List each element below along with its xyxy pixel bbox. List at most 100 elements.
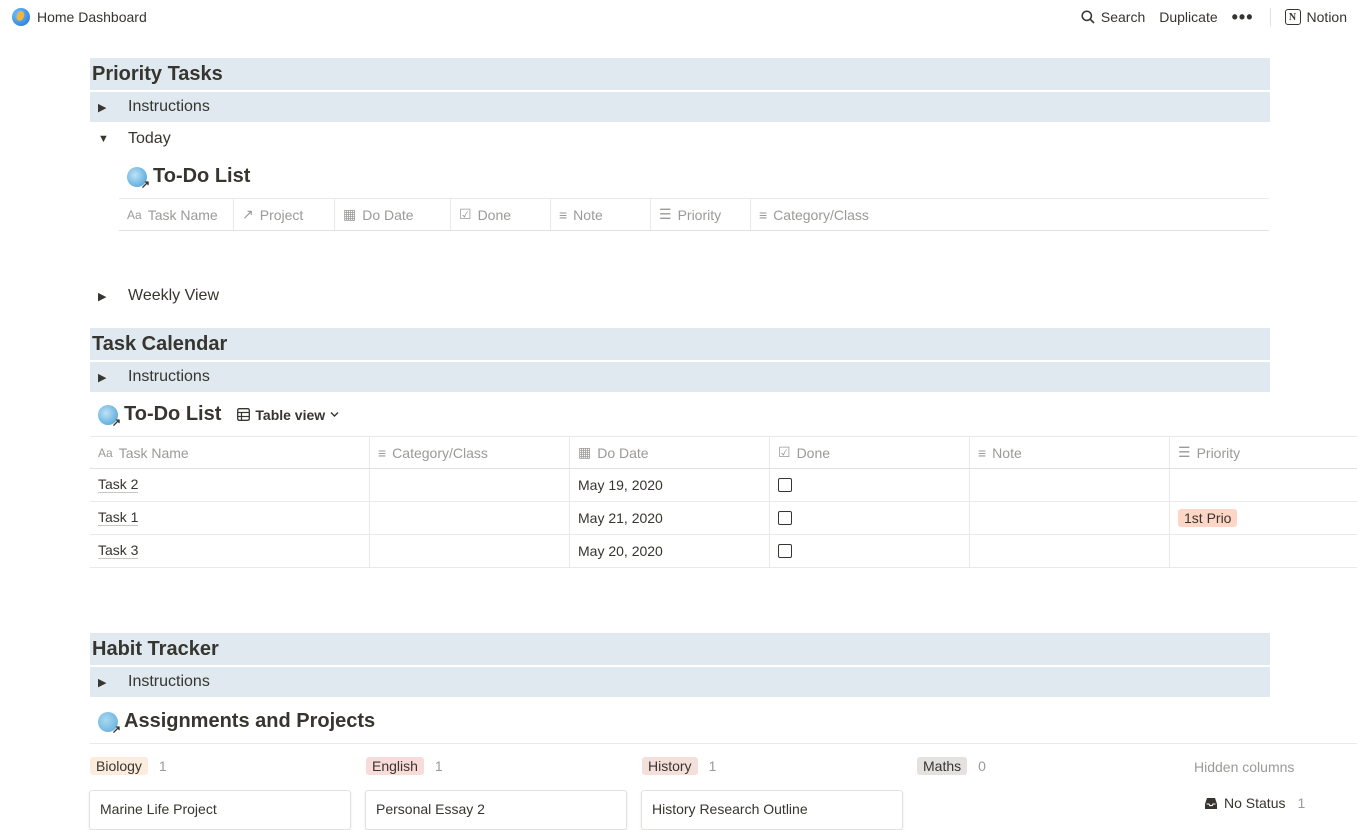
board-card[interactable]: Personal Essay 2 — [365, 790, 627, 830]
database-title: Assignments and Projects — [124, 710, 376, 732]
inbox-icon — [1205, 797, 1217, 809]
triangle-right-icon[interactable]: ▶ — [98, 676, 108, 689]
checkbox-property-icon: ☑ — [459, 206, 472, 222]
date-cell[interactable]: May 20, 2020 — [570, 535, 770, 567]
database-link-icon — [127, 166, 150, 191]
category-cell[interactable] — [370, 469, 570, 501]
column-header-category[interactable]: ≡ Category/Class — [751, 199, 1269, 230]
done-cell[interactable] — [770, 535, 970, 567]
weekly-view-toggle[interactable]: ▶ Weekly View — [98, 287, 219, 305]
board-group-history[interactable]: History 1 — [642, 757, 716, 775]
done-checkbox[interactable] — [778, 478, 792, 492]
group-tag: History — [642, 757, 698, 775]
group-count: 1 — [708, 758, 717, 774]
priority-instructions-toggle[interactable]: ▶ Instructions — [98, 98, 210, 116]
board-group-biology[interactable]: Biology 1 — [90, 757, 167, 775]
today-toggle[interactable]: ▼ Today — [98, 130, 171, 148]
table-row[interactable]: Task 1 May 21, 2020 1st Prio — [90, 502, 1357, 535]
text-property-icon: Aa — [127, 207, 142, 222]
column-header-project[interactable]: ↗ Project — [234, 199, 335, 230]
hidden-columns-label: Hidden columns — [1194, 759, 1295, 775]
priority-cell[interactable] — [1170, 469, 1357, 501]
group-tag: Maths — [917, 757, 968, 775]
table-row[interactable]: Task 3 May 20, 2020 — [90, 535, 1357, 568]
notion-button[interactable]: N Notion — [1284, 9, 1347, 25]
do-date: May 20, 2020 — [578, 543, 663, 559]
list-icon: ☰ — [659, 206, 672, 222]
priority-tag: 1st Prio — [1178, 509, 1238, 527]
board-group-maths[interactable]: Maths 0 — [917, 757, 986, 775]
category-cell[interactable] — [370, 535, 570, 567]
column-header-priority[interactable]: ☰ Priority — [651, 199, 751, 230]
done-cell[interactable] — [770, 469, 970, 501]
todo-list-title[interactable]: To-Do List — [127, 165, 250, 191]
column-header-done[interactable]: ☑ Done — [770, 437, 970, 468]
calendar-table-header: Aa Task Name ≡ Category/Class ▦ Do Date ☑ Do… — [90, 436, 1357, 469]
column-header-task-name[interactable]: Aa Task Name — [90, 437, 370, 468]
task-name[interactable]: Task 3 — [98, 543, 139, 559]
column-header-done[interactable]: ☑ Done — [451, 199, 551, 230]
column-header-note[interactable]: ≡ Note — [970, 437, 1170, 468]
table-row[interactable]: Task 2 May 19, 2020 — [90, 469, 1357, 502]
column-header-note[interactable]: ≡ Note — [551, 199, 651, 230]
board-card[interactable]: History Research Outline — [641, 790, 903, 830]
task-name[interactable]: Task 1 — [98, 510, 139, 526]
column-header-task-name[interactable]: Aa Task Name — [119, 199, 234, 230]
habit-instructions-toggle[interactable]: ▶ Instructions — [98, 673, 210, 691]
text-lines-icon: ≡ — [559, 206, 568, 223]
no-status-group[interactable]: No Status 1 — [1204, 795, 1305, 811]
priority-cell[interactable] — [1170, 535, 1357, 567]
note-cell[interactable] — [970, 469, 1170, 501]
card-title: History Research Outline — [652, 801, 808, 817]
date-cell[interactable]: May 21, 2020 — [570, 502, 770, 534]
duplicate-button[interactable]: Duplicate — [1159, 9, 1217, 25]
note-cell[interactable] — [970, 535, 1170, 567]
calendar-instructions-toggle[interactable]: ▶ Instructions — [98, 368, 210, 386]
board-card[interactable]: Marine Life Project — [89, 790, 351, 830]
toggle-label: Instructions — [128, 673, 210, 690]
page-title[interactable]: Home Dashboard — [37, 9, 147, 25]
no-status-count: 1 — [1297, 795, 1306, 811]
group-count: 1 — [434, 758, 443, 774]
breadcrumb[interactable]: Home Dashboard — [12, 8, 147, 26]
priority-cell[interactable]: 1st Prio — [1170, 502, 1357, 534]
view-label: Table view — [255, 406, 326, 423]
priority-instructions-block — [90, 92, 1270, 122]
triangle-right-icon[interactable]: ▶ — [98, 101, 108, 114]
column-header-do-date[interactable]: ▦ Do Date — [335, 199, 451, 230]
done-cell[interactable] — [770, 502, 970, 534]
triangle-right-icon[interactable]: ▶ — [98, 290, 108, 303]
task-name-cell[interactable]: Task 2 — [90, 469, 370, 501]
column-header-priority[interactable]: ☰ Priority — [1170, 437, 1357, 468]
board-group-english[interactable]: English 1 — [366, 757, 443, 775]
column-header-category[interactable]: ≡ Category/Class — [370, 437, 570, 468]
calendar-instructions-block — [90, 362, 1270, 392]
note-cell[interactable] — [970, 502, 1170, 534]
toggle-label: Instructions — [128, 368, 210, 385]
database-link-icon — [98, 404, 121, 429]
task-name-cell[interactable]: Task 3 — [90, 535, 370, 567]
more-options-icon[interactable]: ••• — [1232, 8, 1254, 26]
date-cell[interactable]: May 19, 2020 — [570, 469, 770, 501]
card-title: Personal Essay 2 — [376, 801, 485, 817]
text-lines-icon: ≡ — [378, 444, 387, 461]
calendar-icon: ▦ — [578, 444, 592, 460]
triangle-right-icon[interactable]: ▶ — [98, 371, 108, 384]
habit-tracker-heading: Habit Tracker — [92, 638, 219, 660]
globe-icon — [12, 8, 30, 26]
task-name[interactable]: Task 2 — [98, 477, 139, 493]
group-tag: English — [366, 757, 424, 775]
category-cell[interactable] — [370, 502, 570, 534]
divider — [90, 743, 1357, 744]
search-button[interactable]: Search — [1081, 9, 1145, 25]
view-switcher[interactable]: Table view — [237, 407, 339, 423]
calendar-icon: ▦ — [343, 206, 357, 222]
done-checkbox[interactable] — [778, 544, 792, 558]
calendar-todo-title[interactable]: To-Do List Table view — [98, 403, 339, 429]
done-checkbox[interactable] — [778, 511, 792, 525]
column-header-do-date[interactable]: ▦ Do Date — [570, 437, 770, 468]
task-name-cell[interactable]: Task 1 — [90, 502, 370, 534]
do-date: May 21, 2020 — [578, 510, 663, 526]
triangle-down-icon[interactable]: ▼ — [98, 133, 109, 145]
assignments-board-title[interactable]: Assignments and Projects — [98, 710, 376, 736]
